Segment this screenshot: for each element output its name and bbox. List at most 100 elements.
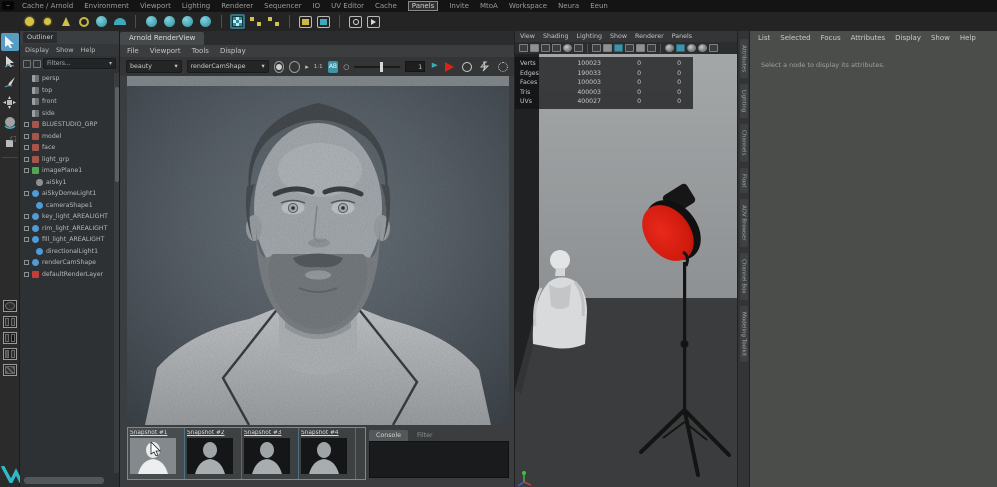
visibility-checkbox[interactable] [24,122,29,127]
layout-single-button[interactable] [3,300,17,312]
outliner-item[interactable]: side [20,108,113,120]
render-circle-icon[interactable] [348,14,363,29]
snapshot-thumbnail[interactable] [187,438,233,474]
snapshot-item[interactable]: Snapshot #1 [128,428,185,479]
menu-item[interactable]: IO [313,2,321,10]
vtab[interactable]: Channel Box [740,253,748,300]
rv-menu-file[interactable]: File [127,47,139,55]
outliner-item[interactable]: directionalLight1 [20,246,113,258]
visibility-checkbox[interactable] [24,272,29,277]
outliner-item[interactable]: defaultRenderLayer [20,269,113,281]
debug-shading-icon[interactable] [480,61,490,72]
vtab[interactable]: Channels [740,124,748,161]
outliner-item[interactable]: renderCamShape [20,257,113,269]
layout-outliner-button[interactable] [3,348,17,360]
select-tool[interactable] [1,33,19,51]
shadows-icon[interactable] [636,44,645,52]
menu-item[interactable]: MtoA [480,2,498,10]
outliner-tab[interactable]: Outliner [23,32,57,43]
visibility-checkbox[interactable] [24,191,29,196]
shaderball-uv-icon[interactable] [162,14,177,29]
outliner-item[interactable]: persp [20,73,113,85]
layout-split-button[interactable] [3,332,17,344]
wireframe-icon[interactable] [592,44,601,52]
film-gate-icon[interactable] [574,44,583,52]
rv-menu-tools[interactable]: Tools [192,47,209,55]
viewport-scene[interactable] [515,54,737,487]
outliner-item[interactable]: BLUESTUDIO_GRP [20,119,113,131]
outliner-item[interactable]: aiSky1 [20,177,113,189]
isolate-flag-icon[interactable] [430,61,440,73]
outliner-item[interactable]: aiSkyDomeLight1 [20,188,113,200]
shaderball-rotate-icon[interactable] [180,14,195,29]
menu-item[interactable]: Workspace [509,2,547,10]
vtab[interactable]: Attributes [740,39,748,78]
lock-camera-icon[interactable] [530,44,539,52]
outliner-item[interactable]: top [20,85,113,97]
stop-circle-icon[interactable] [462,62,472,72]
spot-light-icon[interactable] [40,14,55,29]
visibility-checkbox[interactable] [24,168,29,173]
snapshot-thumbnail[interactable] [301,438,347,474]
snapshot-item[interactable]: Snapshot #4 [299,428,356,479]
menu-item[interactable]: Eeun [590,2,608,10]
anti-alias-icon[interactable] [698,44,707,52]
motion-blur-icon[interactable] [687,44,696,52]
grid-icon[interactable] [563,44,572,52]
directional-light-icon[interactable] [58,14,73,29]
select-camera-icon[interactable] [519,44,528,52]
ae-menu-selected[interactable]: Selected [780,34,810,42]
outliner-item[interactable]: light_grp [20,154,113,166]
layout-hypershade-button[interactable] [3,364,17,376]
node-connect-icon[interactable] [266,14,281,29]
outliner-item[interactable]: cameraShape1 [20,200,113,212]
vp-menu-lighting[interactable]: Lighting [577,33,602,40]
smooth-shade-icon[interactable] [603,44,612,52]
menu-item-panels[interactable]: Panels [408,1,439,11]
xray-icon[interactable] [709,44,718,52]
visibility-checkbox[interactable] [24,214,29,219]
menu-item[interactable]: Cache [375,2,397,10]
render-play-icon[interactable] [366,14,381,29]
outliner-menu-display[interactable]: Display [25,46,49,54]
camera-dropdown[interactable]: renderCamShape▾ [187,60,269,73]
vp-menu-shading[interactable]: Shading [543,33,569,40]
render-play-icon[interactable] [445,62,454,72]
ae-menu-display[interactable]: Display [895,34,921,42]
default-material-icon[interactable] [665,44,674,52]
outliner-menu-show[interactable]: Show [56,46,74,54]
sphere-light-icon[interactable] [94,14,109,29]
vtab[interactable]: AOV Browser [740,199,748,247]
pointer-icon[interactable]: ▸ [305,63,309,71]
outliner-item[interactable]: front [20,96,113,108]
ipr-frame-icon[interactable] [316,14,331,29]
ae-menu-focus[interactable]: Focus [821,34,841,42]
ao-icon[interactable] [647,44,656,52]
shaderball-texture-icon[interactable] [198,14,213,29]
search-icon[interactable] [33,60,41,68]
snapshot-item[interactable]: Snapshot #2 [185,428,242,479]
textured-icon[interactable] [614,44,623,52]
point-light-icon[interactable] [22,14,37,29]
outliner-scrollbar[interactable] [114,73,119,473]
scale-tool[interactable] [1,133,19,151]
visibility-checkbox[interactable] [24,157,29,162]
ae-menu-list[interactable]: List [758,34,770,42]
collapse-button[interactable]: – [2,1,14,10]
screen-space-ao-icon[interactable] [676,44,685,52]
menu-item[interactable]: Sequencer [264,2,301,10]
skydome-light-icon[interactable] [112,14,127,29]
rv-menu-display[interactable]: Display [220,47,246,55]
outliner-item[interactable]: model [20,131,113,143]
ae-menu-show[interactable]: Show [931,34,950,42]
filters-dropdown[interactable]: Filters...▾ [43,58,116,69]
visibility-checkbox[interactable] [24,260,29,265]
snapshot-button[interactable] [274,61,285,73]
render-region-icon[interactable] [230,14,245,29]
menu-item[interactable]: Invite [449,2,469,10]
visibility-checkbox[interactable] [24,226,29,231]
zoom-out-icon[interactable]: ○ [343,63,349,71]
menu-item[interactable]: Environment [84,2,129,10]
visibility-checkbox[interactable] [24,237,29,242]
outliner-item[interactable]: fill_light_AREALIGHT [20,234,113,246]
